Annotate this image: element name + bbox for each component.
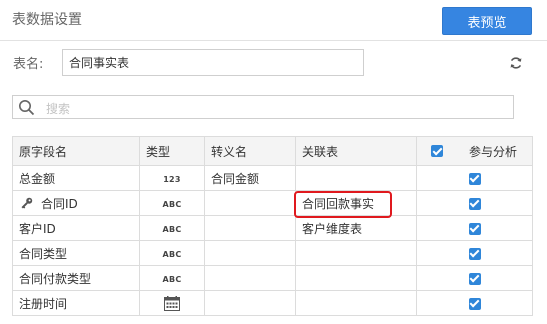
field-name: 合同类型 [12,240,140,266]
text-type-badge: ABC [162,200,182,209]
related-table-cell[interactable]: 合同回款事实 [295,190,417,216]
fields-table: 原字段名 类型 转义名 关联表 参与分析 总金额 123 合同金额 合同ID A… [12,136,533,316]
participate-checkbox[interactable] [468,172,481,185]
field-name: 合同ID [41,196,78,211]
participate-checkbox[interactable] [468,197,481,210]
related-table-cell[interactable] [295,240,417,266]
table-name-label: 表名: [13,57,44,72]
table-row: 总金额 123 合同金额 [12,165,533,191]
table-name-value: 合同事实表 [69,56,130,70]
number-type-badge: 123 [163,175,181,184]
field-name: 总金额 [12,165,140,191]
participate-checkbox[interactable] [468,222,481,235]
calendar-icon [164,295,180,311]
text-type-badge: ABC [162,275,182,284]
alias-cell[interactable]: 合同金额 [204,165,296,191]
select-all-checkbox[interactable] [431,145,443,157]
alias-cell[interactable] [204,190,296,216]
header-divider [0,40,547,41]
related-table-cell[interactable] [295,265,417,291]
related-table-cell[interactable] [295,290,417,316]
column-header-type: 类型 [139,136,205,166]
alias-cell[interactable] [204,290,296,316]
table-row: 注册时间 [12,290,533,316]
section-title: 表数据设置 [12,12,82,28]
table-row: 合同付款类型 ABC [12,265,533,291]
column-header-participate: 参与分析 [416,136,533,166]
table-preview-button[interactable]: 表预览 [442,7,532,35]
search-icon [19,100,35,116]
alias-cell[interactable] [204,215,296,241]
table-row: 合同ID ABC 合同回款事实 [12,190,533,216]
table-header-row: 原字段名 类型 转义名 关联表 参与分析 [12,136,533,166]
refresh-icon[interactable] [509,56,523,70]
column-header-related-table: 关联表 [295,136,417,166]
participate-label: 参与分析 [469,144,518,159]
participate-checkbox[interactable] [468,297,481,310]
alias-cell[interactable] [204,240,296,266]
table-name-input[interactable]: 合同事实表 [62,49,364,76]
field-name: 注册时间 [12,290,140,316]
participate-checkbox[interactable] [468,272,481,285]
search-box[interactable]: 搜索 [12,95,514,119]
key-icon [21,197,33,209]
column-header-original-name: 原字段名 [12,136,140,166]
text-type-badge: ABC [162,225,182,234]
alias-cell[interactable] [204,265,296,291]
participate-checkbox[interactable] [468,247,481,260]
related-table-cell[interactable] [295,165,417,191]
column-header-alias: 转义名 [204,136,296,166]
text-type-badge: ABC [162,250,182,259]
table-row: 合同类型 ABC [12,240,533,266]
field-name: 合同付款类型 [12,265,140,291]
related-table-cell[interactable]: 客户维度表 [295,215,417,241]
table-row: 客户ID ABC 客户维度表 [12,215,533,241]
field-name: 客户ID [12,215,140,241]
search-placeholder: 搜索 [46,102,71,116]
